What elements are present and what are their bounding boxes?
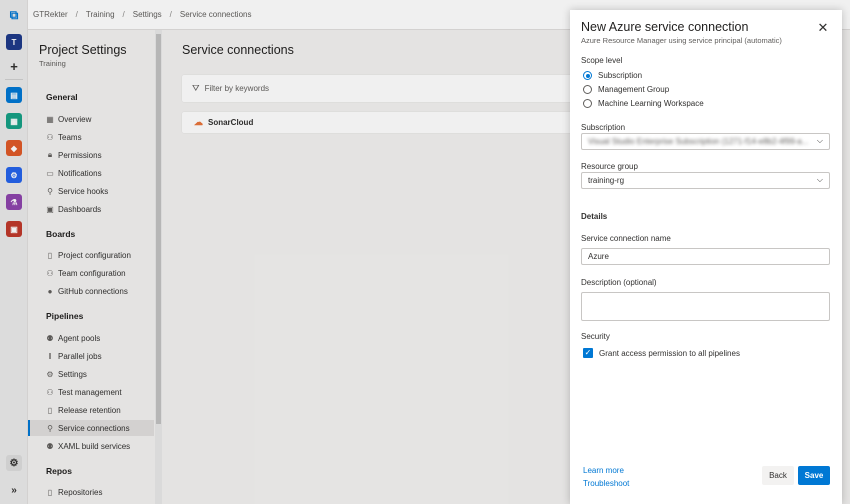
service-connection-name-value: Azure — [588, 252, 609, 261]
chevron-down-icon: ⌵ — [816, 175, 823, 184]
new-service-connection-panel: New Azure service connection Azure Resou… — [570, 10, 842, 504]
scope-option-ml-workspace[interactable]: Machine Learning Workspace — [583, 99, 704, 108]
grant-access-checkbox-row[interactable]: ✓ Grant access permission to all pipelin… — [583, 348, 740, 358]
scope-option-subscription[interactable]: Subscription — [583, 71, 642, 80]
description-textarea[interactable] — [581, 292, 830, 321]
radio-unselected[interactable] — [583, 85, 592, 94]
grant-access-label: Grant access permission to all pipelines — [599, 348, 740, 358]
details-heading: Details — [581, 212, 608, 221]
panel-title: New Azure service connection — [581, 20, 749, 34]
subscription-dropdown[interactable]: Visual Studio Enterprise Subscription (1… — [581, 133, 830, 150]
close-icon[interactable]: ✕ — [815, 20, 831, 36]
security-label: Security — [581, 332, 610, 341]
service-connection-name-label: Service connection name — [581, 234, 671, 243]
resource-group-dropdown[interactable]: training-rg ⌵ — [581, 172, 830, 189]
troubleshoot-link[interactable]: Troubleshoot — [583, 479, 629, 488]
scope-level-label: Scope level — [581, 56, 623, 65]
subscription-value: Visual Studio Enterprise Subscription (1… — [588, 137, 809, 146]
scope-option-management-group[interactable]: Management Group — [583, 85, 669, 94]
checkbox-checked-icon[interactable]: ✓ — [583, 348, 593, 358]
save-button[interactable]: Save — [798, 466, 830, 485]
resource-group-label: Resource group — [581, 162, 638, 171]
learn-more-link[interactable]: Learn more — [583, 466, 624, 475]
resource-group-value: training-rg — [588, 176, 625, 185]
panel-subtitle: Azure Resource Manager using service pri… — [581, 36, 782, 45]
chevron-down-icon: ⌵ — [816, 136, 823, 145]
back-button[interactable]: Back — [762, 466, 794, 485]
subscription-label: Subscription — [581, 123, 626, 132]
radio-unselected[interactable] — [583, 99, 592, 108]
service-connection-name-input[interactable]: Azure — [581, 248, 830, 265]
description-label: Description (optional) — [581, 278, 657, 287]
radio-selected[interactable] — [583, 71, 592, 80]
